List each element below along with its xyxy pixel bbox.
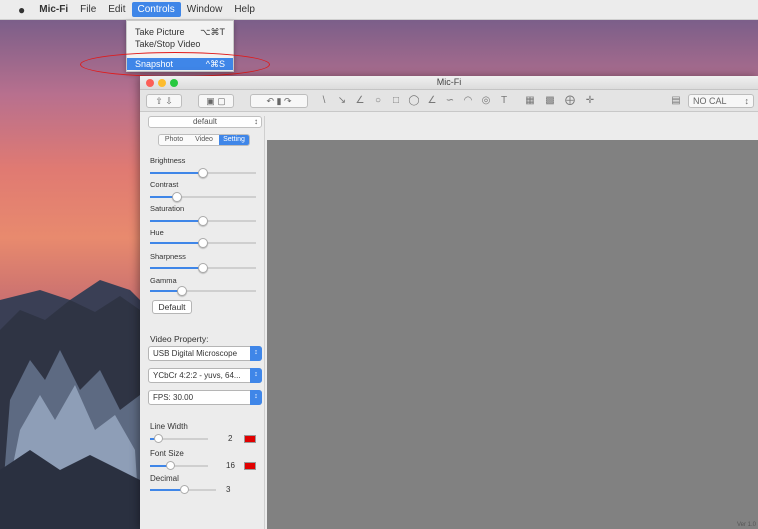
apple-menu-icon[interactable]: ● [12, 1, 31, 19]
arrow-tool-icon[interactable]: ↘ [336, 95, 348, 107]
menu-help[interactable]: Help [228, 2, 261, 17]
decimal-label: Decimal [150, 474, 179, 483]
cross-tool-icon[interactable]: ✛ [584, 95, 596, 107]
sharpness-slider[interactable] [150, 263, 256, 273]
font-size-value: 16 [226, 461, 235, 470]
sharpness-label: Sharpness [150, 252, 186, 261]
format-value: YCbCr 4:2:2 - yuvs, 64... [153, 371, 241, 380]
decimal-value: 3 [226, 485, 231, 494]
device-value: USB Digital Microscope [153, 349, 238, 358]
default-button[interactable]: Default [152, 300, 192, 314]
menu-item-label: Take Picture [135, 27, 185, 37]
chevron-updown-icon: ↕ [254, 117, 258, 126]
hue-slider[interactable] [150, 238, 256, 248]
chevron-updown-icon: ↕ [250, 390, 262, 405]
video-property-label: Video Property: [150, 334, 209, 344]
toolbar: ⇧ ⇩ ▣ ▢ ↶ ▮ ↷ \ ↘ ∠ ○ □ ◯ ∠ ∽ ◠ ◎ T ▦ ▩ … [140, 90, 758, 112]
flip-buttons[interactable]: ⇧ ⇩ [146, 94, 182, 108]
calibration-select[interactable]: NO CAL ↕ [688, 94, 754, 108]
version-label: Ver 1.0 [736, 522, 756, 528]
font-color-swatch[interactable] [244, 462, 256, 470]
title-bar: Mic-Fi [140, 76, 758, 90]
calibration-value: NO CAL [693, 96, 727, 106]
angle-tool-icon[interactable]: ∠ [354, 95, 366, 107]
line-tool-icon[interactable]: \ [318, 95, 330, 107]
tab-video[interactable]: Video [189, 135, 219, 145]
point-tool-icon[interactable]: ◎ [480, 95, 492, 107]
camera-preview-canvas[interactable] [267, 140, 758, 529]
line-width-slider[interactable] [150, 434, 208, 443]
profile-select[interactable]: default ↕ [148, 116, 262, 128]
grid-tool-icon[interactable]: ▦ [524, 95, 536, 107]
menu-file[interactable]: File [74, 2, 102, 17]
tab-setting[interactable]: Setting [219, 135, 249, 145]
arc-tool-icon[interactable]: ◠ [462, 95, 474, 107]
gamma-slider[interactable] [150, 286, 256, 296]
line-width-label: Line Width [150, 422, 188, 431]
select-tool-icon[interactable]: ▩ [544, 95, 556, 107]
curve-tool-icon[interactable]: ∽ [444, 95, 456, 107]
font-size-label: Font Size [150, 449, 184, 458]
brightness-slider[interactable] [150, 168, 256, 178]
undo-redo-buttons[interactable]: ↶ ▮ ↷ [250, 94, 308, 108]
saturation-slider[interactable] [150, 216, 256, 226]
tab-photo[interactable]: Photo [159, 135, 189, 145]
contrast-slider[interactable] [150, 192, 256, 202]
polyline-tool-icon[interactable]: ∠ [426, 95, 438, 107]
menu-item-take-picture[interactable]: Take Picture ⌥⌘T [127, 26, 233, 38]
line-color-swatch[interactable] [244, 435, 256, 443]
chevron-updown-icon: ↕ [744, 96, 750, 106]
gamma-label: Gamma [150, 276, 177, 285]
menu-app-name[interactable]: Mic-Fi [33, 2, 74, 17]
sidebar-divider [264, 116, 265, 529]
capture-buttons[interactable]: ▣ ▢ [198, 94, 234, 108]
menu-item-take-stop-video[interactable]: Take/Stop Video [127, 38, 233, 50]
menu-item-shortcut: ⌥⌘T [200, 26, 225, 37]
ellipse-tool-icon[interactable]: ◯ [408, 95, 420, 107]
menu-controls[interactable]: Controls [131, 2, 181, 17]
hue-label: Hue [150, 228, 164, 237]
chevron-updown-icon: ↕ [250, 368, 262, 383]
font-size-slider[interactable] [150, 461, 208, 470]
app-window: Mic-Fi ⇧ ⇩ ▣ ▢ ↶ ▮ ↷ \ ↘ ∠ ○ □ ◯ ∠ ∽ ◠ ◎… [140, 76, 758, 529]
profile-value: default [192, 117, 218, 126]
menu-edit[interactable]: Edit [102, 2, 131, 17]
line-width-value: 2 [228, 434, 233, 443]
mode-tabs: Photo Video Setting [158, 134, 250, 146]
decimal-slider[interactable] [150, 485, 216, 494]
contrast-label: Contrast [150, 180, 179, 189]
rect-tool-icon[interactable]: □ [390, 95, 402, 107]
text-tool-icon[interactable]: T [498, 95, 510, 107]
crosshair-tool-icon[interactable]: ⨁ [564, 95, 576, 107]
window-title: Mic-Fi [436, 77, 462, 87]
saturation-label: Saturation [150, 204, 185, 213]
red-highlight-circle [80, 52, 270, 77]
fps-value: FPS: 30.00 [153, 393, 194, 402]
chevron-updown-icon: ↕ [250, 346, 262, 361]
menu-window[interactable]: Window [181, 2, 229, 17]
circle-tool-icon[interactable]: ○ [372, 95, 384, 107]
menu-bar: ● Mic-Fi File Edit Controls Window Help [0, 0, 758, 20]
calibration-icon[interactable]: ▤ [670, 95, 682, 107]
brightness-label: Brightness [150, 156, 186, 165]
format-select[interactable]: YCbCr 4:2:2 - yuvs, 64... ↕ [148, 368, 262, 383]
fps-select[interactable]: FPS: 30.00 ↕ [148, 390, 262, 405]
device-select[interactable]: USB Digital Microscope ↕ [148, 346, 262, 361]
menu-item-label: Take/Stop Video [135, 39, 201, 49]
